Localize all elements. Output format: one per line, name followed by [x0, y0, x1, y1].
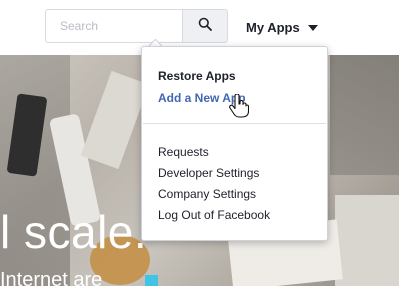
my-apps-dropdown: Restore Apps Add a New App Requests Deve…	[141, 46, 328, 241]
search-box	[45, 9, 182, 43]
menu-item-log-out[interactable]: Log Out of Facebook	[158, 208, 270, 222]
menu-item-restore-apps[interactable]: Restore Apps	[158, 69, 236, 83]
my-apps-menu-button[interactable]: My Apps	[246, 17, 318, 37]
menu-item-requests[interactable]: Requests	[158, 145, 209, 159]
menu-item-company-settings[interactable]: Company Settings	[158, 187, 256, 201]
search-button[interactable]	[182, 9, 228, 43]
menu-divider	[143, 123, 326, 124]
hero-subline: Internet are	[0, 269, 103, 286]
text-cursor-block	[145, 275, 158, 286]
search-input[interactable]	[58, 10, 182, 42]
menu-item-developer-settings[interactable]: Developer Settings	[158, 166, 259, 180]
magnifier-icon	[198, 17, 212, 36]
caret-down-icon	[307, 20, 318, 35]
my-apps-label: My Apps	[246, 19, 300, 35]
hand-pointer-cursor-icon	[229, 93, 250, 123]
hero-headline: l scale.	[0, 206, 148, 258]
hero-photo-object	[80, 70, 150, 170]
hero-photo-object	[335, 195, 399, 286]
hero-photo-object	[330, 55, 399, 175]
